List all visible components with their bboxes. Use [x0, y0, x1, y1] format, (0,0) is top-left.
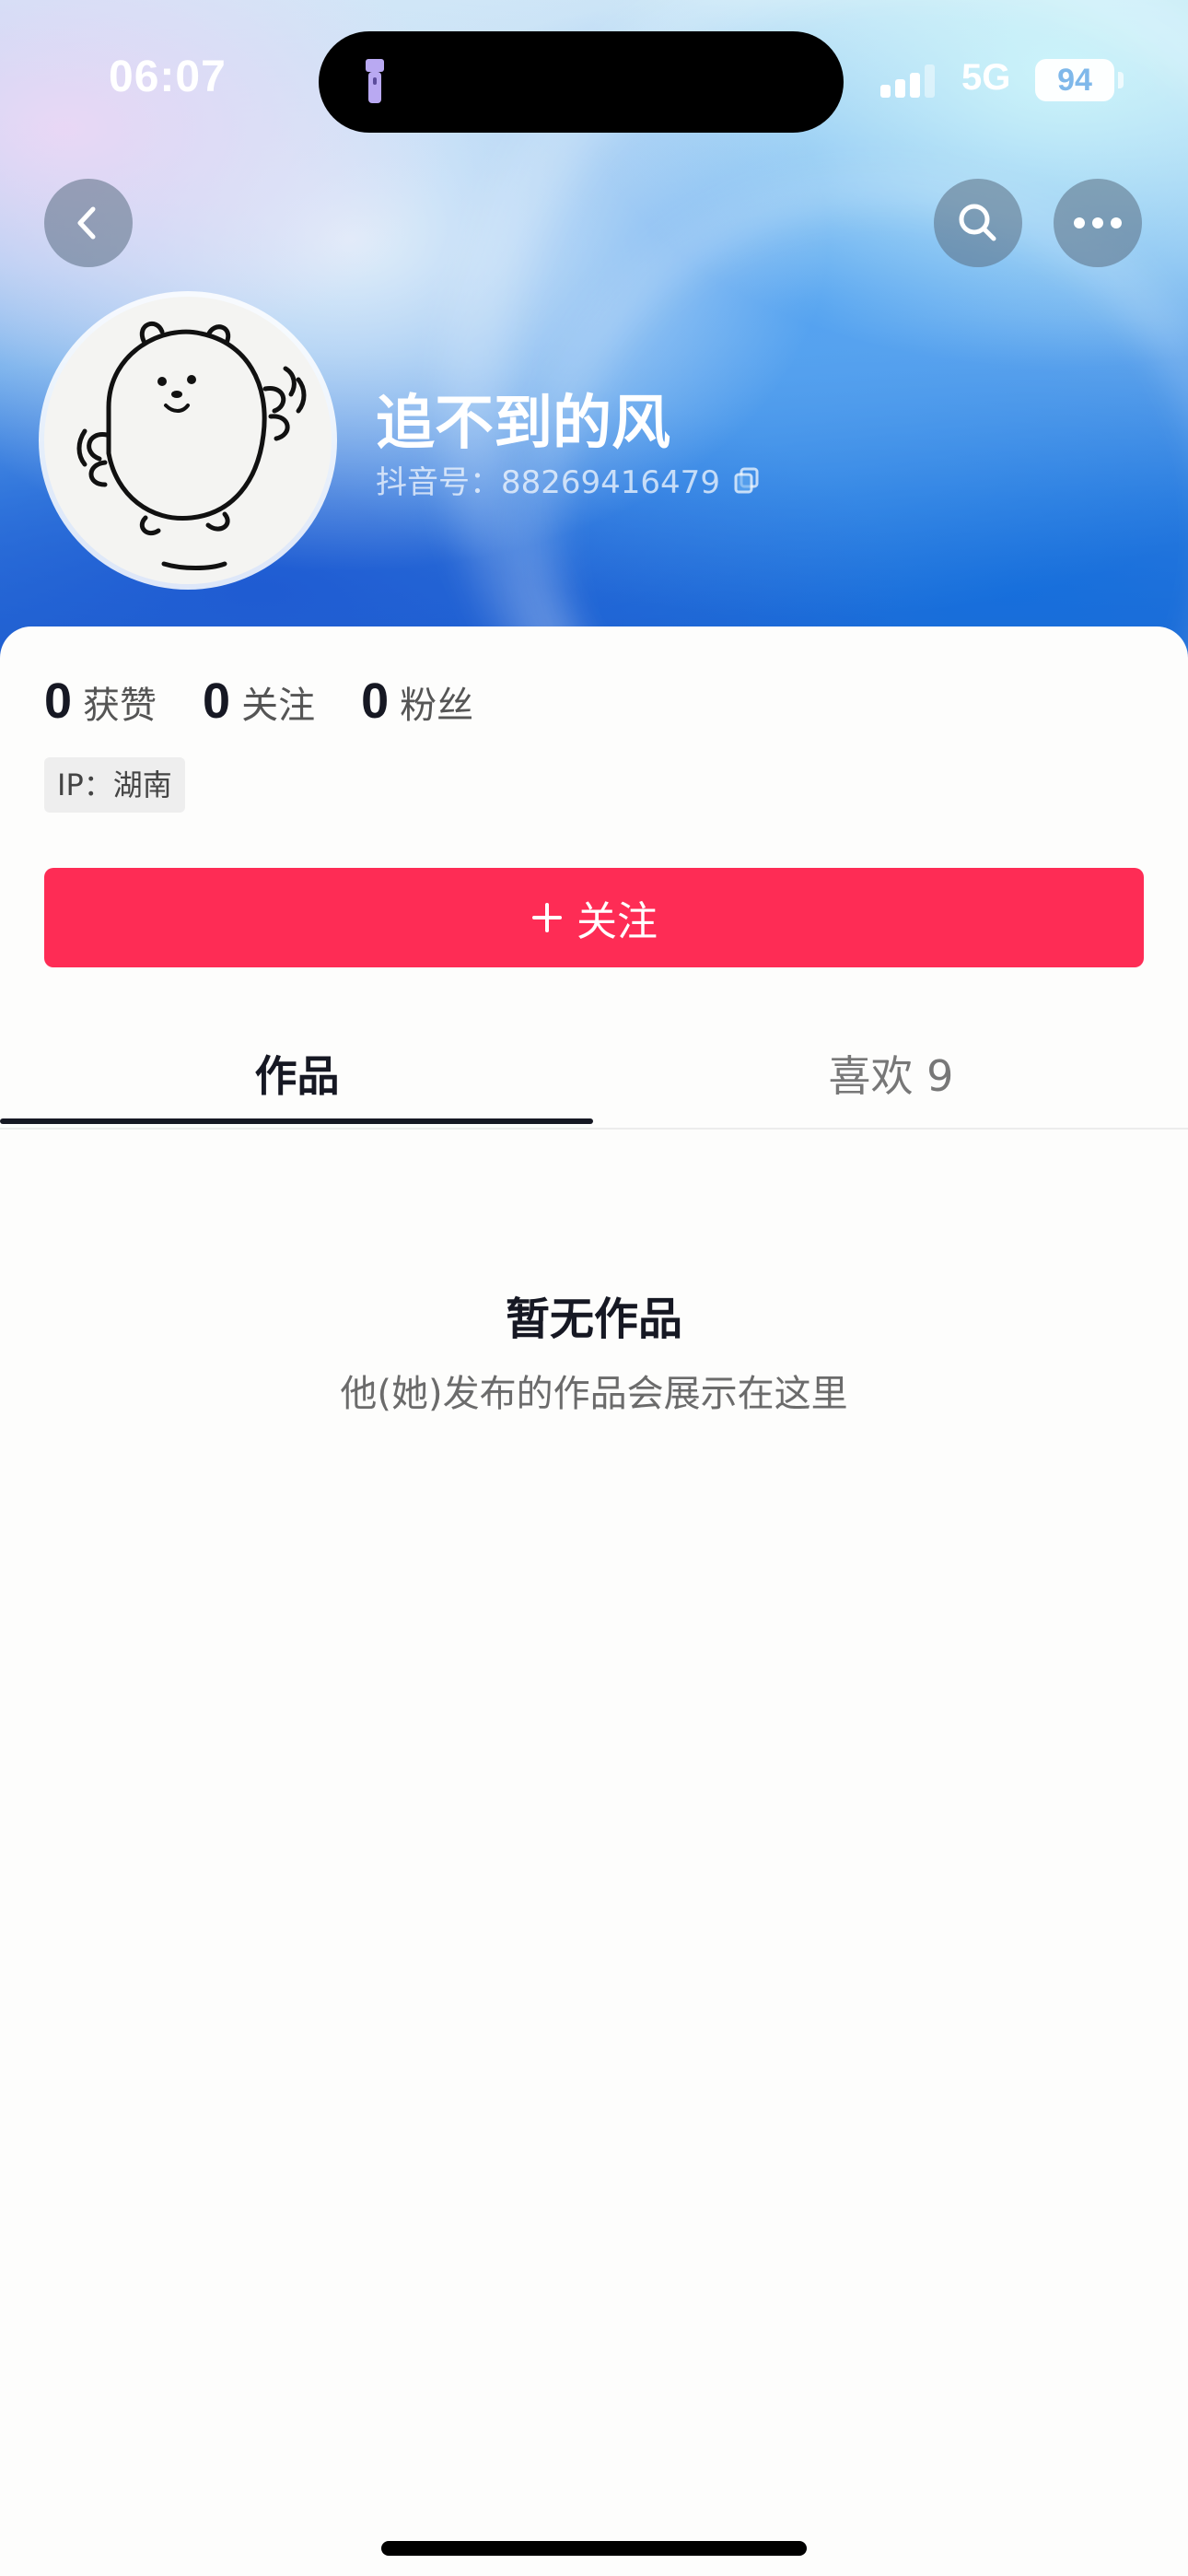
network-type: 5G — [961, 57, 1011, 98]
active-tab-indicator — [0, 1118, 593, 1124]
follow-button-label: 关注 — [577, 898, 658, 945]
plus-icon — [530, 901, 564, 934]
profile-content-card: 0 获赞 0 关注 0 粉丝 IP：湖南 关注 作品 喜欢 9 暂无作品 他(她… — [0, 626, 1188, 2576]
more-dots-icon — [1074, 217, 1122, 228]
profile-tabs: 作品 喜欢 9 — [0, 1032, 1188, 1130]
bear-avatar-illustration — [76, 321, 307, 570]
profile-name: 追不到的风 — [376, 390, 670, 458]
battery-indicator: 94 — [1035, 59, 1114, 101]
stat-following[interactable]: 0 关注 — [203, 673, 315, 730]
tab-likes[interactable]: 喜欢 9 — [594, 1032, 1188, 1128]
follow-button[interactable]: 关注 — [44, 868, 1144, 967]
flashlight-icon — [366, 59, 384, 103]
profile-page: 06:07 5G 94 追不到的风 抖音号：88269416479 0 获赞 0… — [0, 0, 1188, 2576]
empty-state-subtitle: 他(她)发布的作品会展示在这里 — [340, 1373, 848, 1415]
back-button[interactable] — [44, 179, 133, 267]
stat-following-count: 0 — [203, 673, 231, 729]
stat-following-label: 关注 — [241, 685, 316, 727]
avatar[interactable] — [44, 297, 332, 584]
profile-stats: 0 获赞 0 关注 0 粉丝 — [44, 673, 519, 730]
tab-works[interactable]: 作品 — [0, 1032, 594, 1128]
stat-likes-label: 获赞 — [83, 685, 157, 727]
stat-followers-label: 粉丝 — [400, 685, 474, 727]
battery-cap — [1118, 72, 1124, 88]
home-indicator[interactable] — [381, 2541, 807, 2556]
ip-location-tag: IP：湖南 — [44, 757, 185, 813]
dynamic-island — [319, 31, 844, 133]
cellular-signal-icon — [880, 64, 936, 98]
douyin-id-text: 抖音号：88269416479 — [376, 464, 720, 501]
search-button[interactable] — [934, 179, 1022, 267]
stat-followers-count: 0 — [361, 673, 390, 729]
empty-state-title: 暂无作品 — [505, 1294, 682, 1345]
search-icon — [959, 204, 996, 241]
douyin-id: 抖音号：88269416479 — [376, 457, 761, 502]
stat-followers[interactable]: 0 粉丝 — [361, 673, 473, 730]
chevron-left-icon — [77, 206, 96, 240]
more-button[interactable] — [1054, 179, 1142, 267]
copy-icon[interactable] — [733, 466, 761, 494]
stat-likes[interactable]: 0 获赞 — [44, 673, 157, 730]
status-time: 06:07 — [109, 53, 227, 101]
stat-likes-count: 0 — [44, 673, 73, 729]
